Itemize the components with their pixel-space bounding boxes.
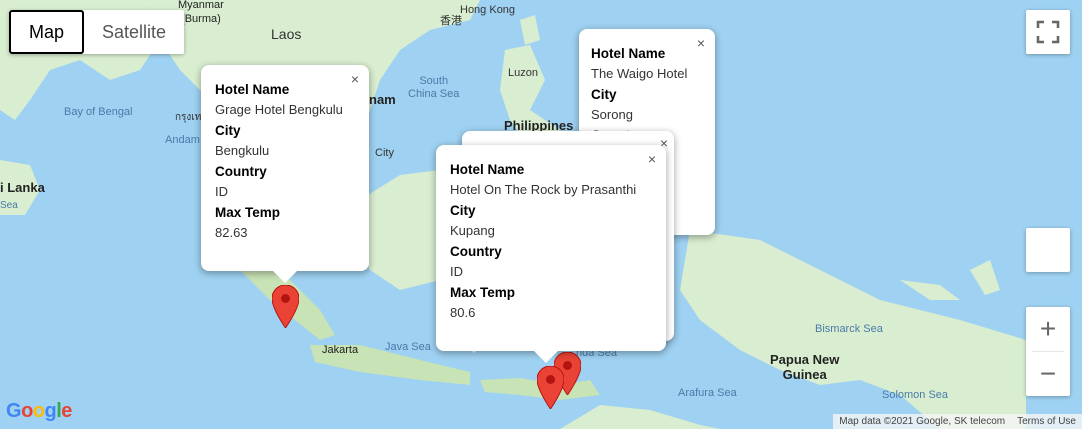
label-sri-lanka: i Lanka — [0, 180, 45, 195]
zoom-out-button[interactable]: − — [1026, 352, 1070, 396]
city-value: Sorong — [591, 107, 633, 122]
label-nam: nam — [369, 92, 396, 107]
close-icon[interactable]: × — [648, 152, 656, 166]
max-temp-label: Max Temp — [215, 205, 281, 220]
label-sea: Sea — [0, 200, 18, 211]
fullscreen-icon — [1036, 20, 1060, 44]
label-bay-of-bengal: Bay of Bengal — [64, 106, 133, 118]
label-bismarck-sea: Bismarck Sea — [815, 323, 883, 335]
map-canvas[interactable]: Myanmar (Burma) Laos Hong Kong 香港 Bay of… — [0, 0, 1082, 429]
label-luzon: Luzon — [508, 67, 538, 79]
city-label: City — [215, 123, 241, 138]
attribution-bar: Map data ©2021 Google, SK telecom Terms … — [833, 414, 1082, 429]
label-hong-kong: Hong Kong — [460, 4, 516, 16]
label-hong-kong-cn: 香港 — [440, 15, 462, 27]
map-type-control: Map Satellite — [9, 10, 185, 54]
label-city: City — [375, 147, 394, 159]
label-south-china-sea: South China Sea — [408, 75, 460, 100]
close-icon[interactable]: × — [351, 72, 359, 86]
marker-kupang-pin[interactable] — [537, 366, 564, 409]
google-logo[interactable]: Google — [6, 400, 72, 423]
label-laos: Laos — [271, 26, 302, 42]
label-arafura-sea: Arafura Sea — [678, 387, 737, 399]
label-myanmar: Myanmar (Burma) — [178, 0, 224, 25]
hotel-name-label: Hotel Name — [591, 46, 666, 61]
city-label: City — [591, 87, 617, 102]
country-label: Country — [215, 164, 267, 179]
city-value: Kupang — [450, 223, 495, 238]
city-value: Bengkulu — [215, 143, 270, 158]
marker-bengkulu-pin[interactable] — [272, 285, 299, 328]
country-label: Country — [450, 244, 502, 259]
max-temp-value: 82.63 — [215, 225, 248, 240]
label-papua-new-guinea: Papua New Guinea — [770, 352, 840, 382]
fullscreen-button[interactable] — [1026, 10, 1070, 54]
info-window-kupang: × Hotel Name Hotel On The Rock by Prasan… — [436, 145, 666, 363]
info-window-bengkulu: × Hotel Name Grage Hotel Bengkulu City B… — [201, 65, 369, 283]
street-view-pegman[interactable] — [1026, 228, 1070, 272]
max-temp-value: 80.6 — [450, 305, 476, 320]
terms-of-use-link[interactable]: Terms of Use — [1011, 414, 1082, 429]
hotel-name-value: Hotel On The Rock by Prasanthi — [450, 182, 637, 197]
hotel-name-label: Hotel Name — [450, 162, 525, 177]
max-temp-label: Max Temp — [450, 285, 516, 300]
map-button[interactable]: Map — [9, 10, 85, 54]
map-data-attribution: Map data ©2021 Google, SK telecom — [833, 414, 1012, 429]
label-java-sea: Java Sea — [385, 341, 431, 353]
label-thai: กรุงเท — [175, 112, 202, 123]
zoom-control: + − — [1026, 307, 1070, 396]
country-value: ID — [215, 184, 228, 199]
label-jakarta: Jakarta — [322, 344, 359, 356]
label-andaman: Andam — [165, 134, 200, 146]
hotel-name-label: Hotel Name — [215, 82, 290, 97]
hotel-name-value: The Waigo Hotel — [591, 66, 688, 81]
country-value: ID — [450, 264, 463, 279]
satellite-button[interactable]: Satellite — [84, 10, 184, 54]
label-solomon-sea: Solomon Sea — [882, 389, 949, 401]
close-icon[interactable]: × — [697, 36, 705, 50]
city-label: City — [450, 203, 476, 218]
zoom-in-button[interactable]: + — [1026, 307, 1070, 351]
hotel-name-value: Grage Hotel Bengkulu — [215, 102, 343, 117]
